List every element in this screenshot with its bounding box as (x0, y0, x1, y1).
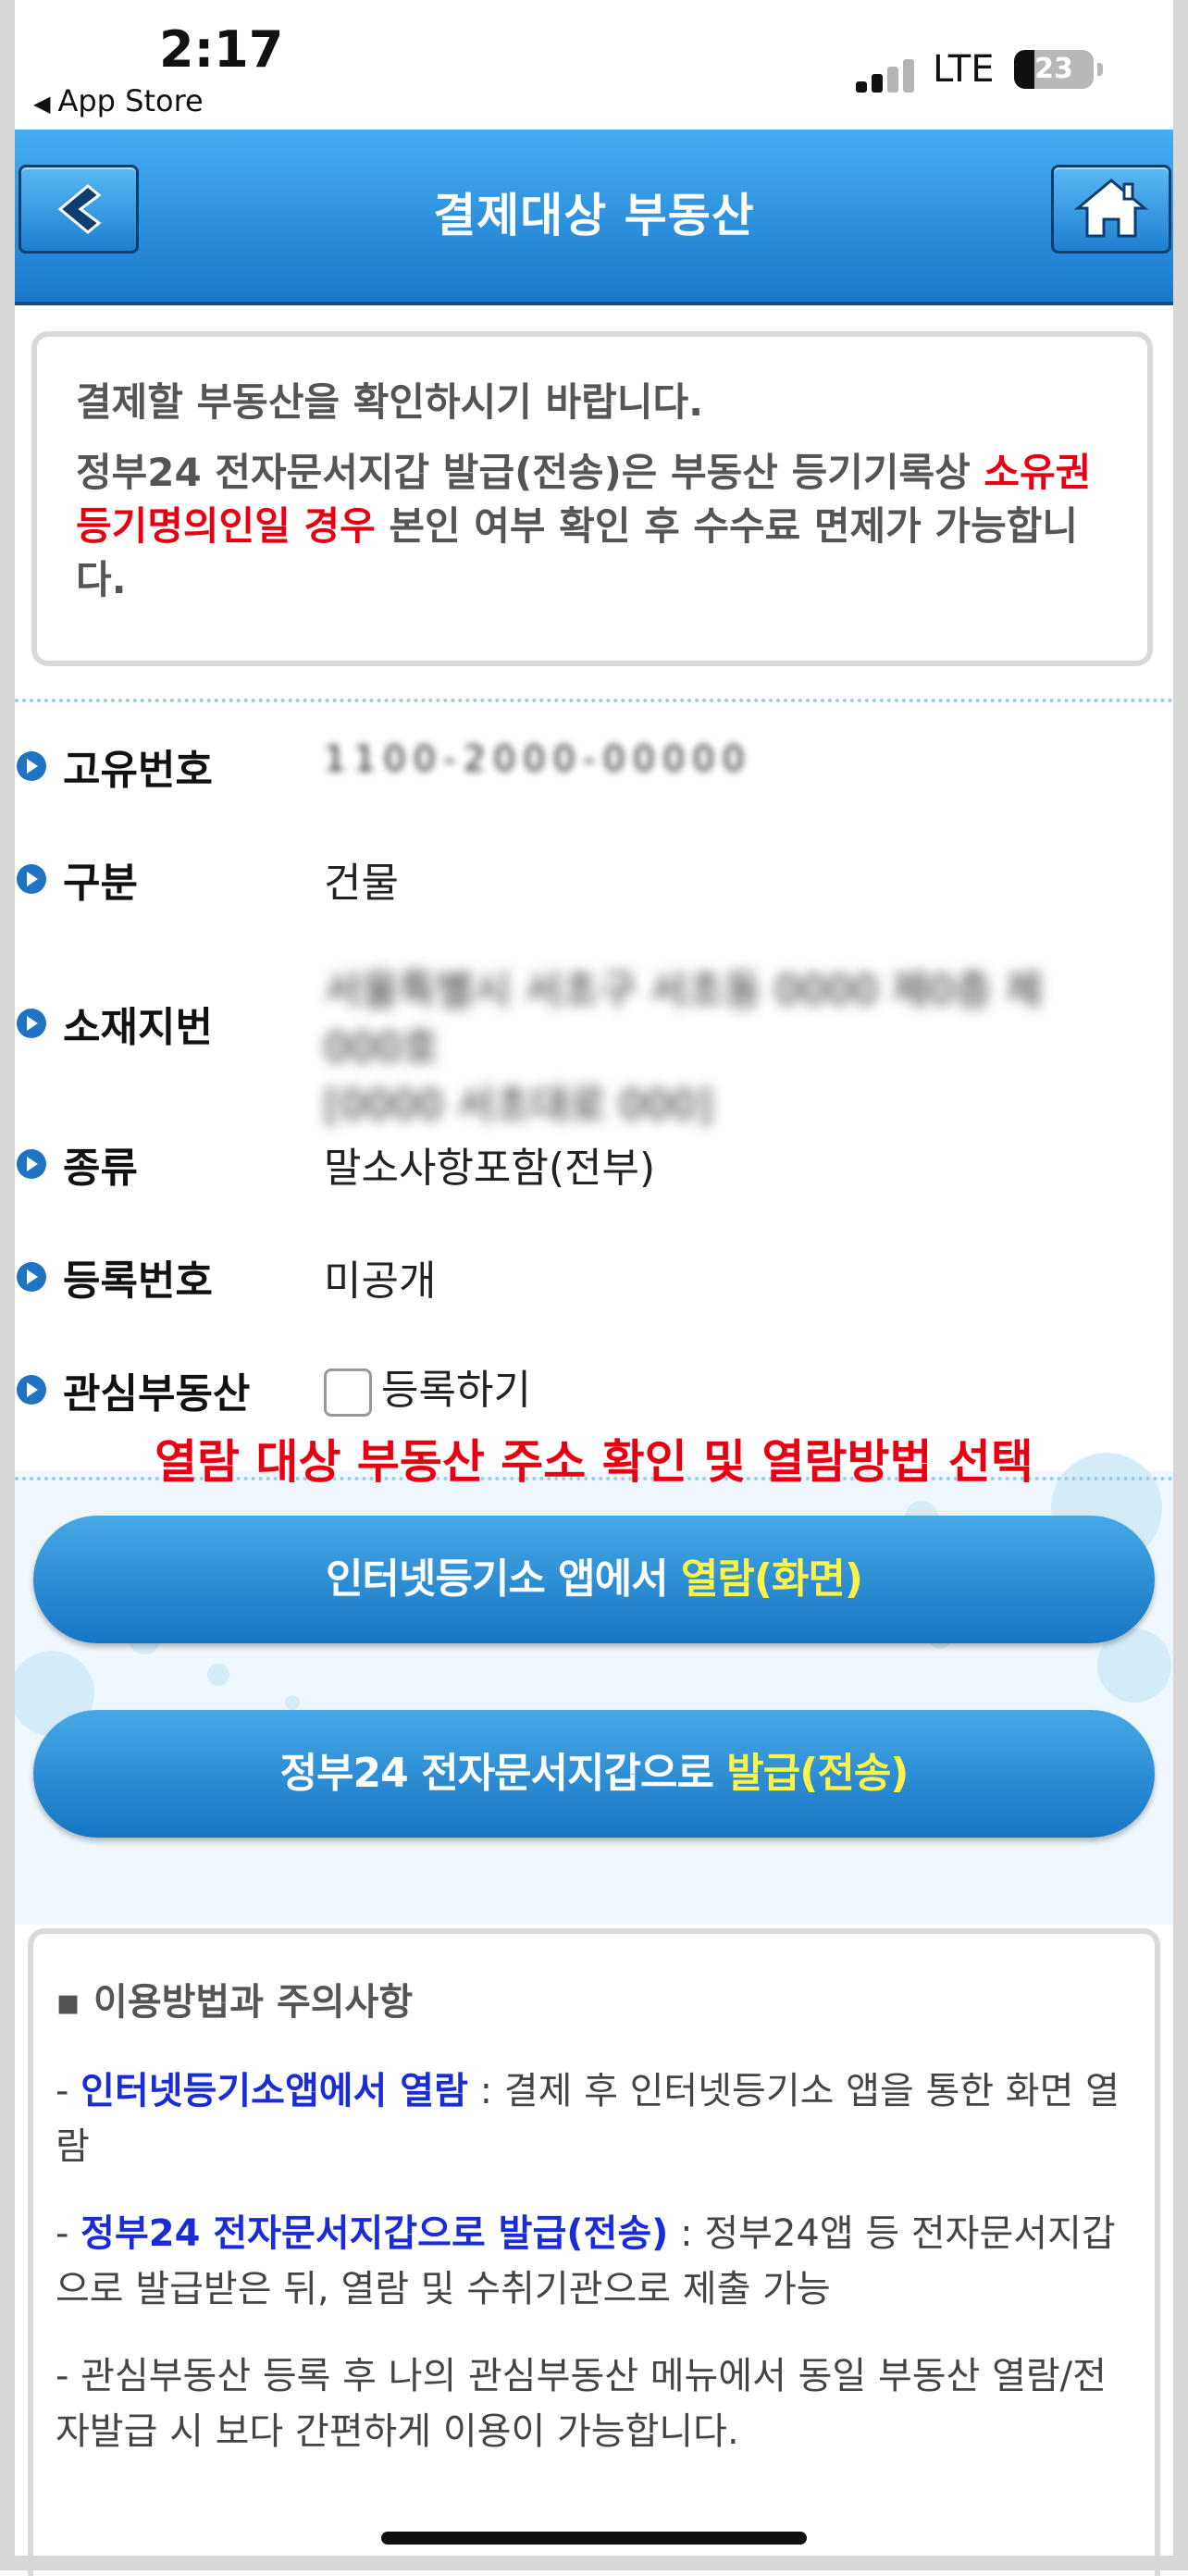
app-header: 결제대상 부동산 (0, 130, 1188, 305)
back-to-app-link[interactable]: ◀ App Store (33, 83, 204, 118)
favorite-checkbox[interactable] (324, 1368, 372, 1417)
button-label: 인터넷등기소 앱에서 (325, 1555, 681, 1603)
view-in-app-button[interactable]: 인터넷등기소 앱에서 열람(화면) (33, 1516, 1155, 1643)
info-row-favorite: 관심부동산 등록하기 (15, 1360, 1173, 1418)
back-triangle-icon: ◀ (33, 91, 51, 117)
button-label-highlight: 발급(전송) (726, 1750, 909, 1797)
usage-guide-box: ▪ 이용방법과 주의사항 - 인터넷등기소앱에서 열람 : 결제 후 인터넷등기… (28, 1928, 1160, 2576)
section-divider (15, 699, 1173, 702)
home-icon (1074, 179, 1148, 238)
favorite-checkbox-label[interactable]: 등록하기 (381, 1367, 531, 1414)
usage-item-title: 인터넷등기소앱에서 열람 (80, 2070, 468, 2112)
battery-icon: 23 (1014, 50, 1103, 89)
field-value: 미공개 (324, 1257, 437, 1305)
home-indicator[interactable] (381, 2532, 807, 2545)
notice-text: 정부24 전자문서지갑 발급(전송)은 부동산 등기기록상 (76, 450, 984, 495)
arrow-bullet-icon (17, 1009, 46, 1038)
battery-level: 23 (1034, 53, 1073, 85)
field-label: 종류 (63, 1145, 138, 1192)
field-label: 등록번호 (63, 1257, 213, 1305)
field-label: 관심부동산 (63, 1370, 251, 1418)
field-label: 구분 (63, 860, 138, 907)
issue-to-wallet-button[interactable]: 정부24 전자문서지갑으로 발급(전송) (33, 1710, 1155, 1838)
info-row-type: 구분 건물 (15, 849, 1173, 907)
page-title: 결제대상 부동산 (433, 189, 755, 242)
usage-dash: - (56, 2212, 81, 2255)
arrow-bullet-icon (17, 751, 46, 781)
info-row-reg-no: 등록번호 미공개 (15, 1247, 1173, 1305)
usage-item: - 정부24 전자문서지갑으로 발급(전송) : 정부24앱 등 전자문서지갑으… (56, 2206, 1132, 2317)
usage-item: - 관심부동산 등록 후 나의 관심부동산 메뉴에서 동일 부동산 열람/전자발… (56, 2355, 1107, 2453)
arrow-bullet-icon (17, 1375, 46, 1405)
guide-annotation: 열람 대상 부동산 주소 확인 및 열람방법 선택 (155, 1435, 1033, 1489)
button-label-highlight: 열람(화면) (680, 1555, 863, 1603)
field-label: 소재지번 (63, 1004, 213, 1051)
back-app-label: App Store (57, 83, 204, 118)
notice-line1: 결제할 부동산을 확인하시기 바랍니다. (76, 379, 704, 425)
status-bar: 2:17 ◀ App Store LTE 23 (0, 0, 1188, 130)
info-row-address: 소재지번 서울특별시 서초구 서초동 0000 제0층 제000호 [0000 … (15, 962, 1173, 1129)
back-button[interactable] (19, 165, 139, 254)
arrow-bullet-icon (17, 1262, 46, 1292)
field-value-blurred: 서울특별시 서초구 서초동 0000 제0층 제000호 [0000 서초대로 … (324, 962, 1101, 1134)
notice-line2: 정부24 전자문서지갑 발급(전송)은 부동산 등기기록상 소유권 등기명의인일… (76, 446, 1110, 607)
favorite-register-control[interactable]: 등록하기 (324, 1356, 531, 1417)
home-button[interactable] (1051, 165, 1171, 254)
address-line2: [0000 서초대로 000] (324, 1082, 713, 1129)
notice-box: 결제할 부동산을 확인하시기 바랍니다. 정부24 전자문서지갑 발급(전송)은… (31, 331, 1153, 666)
chevron-left-icon (57, 184, 102, 234)
arrow-bullet-icon (17, 864, 46, 894)
field-value-blurred: 1 1 0 0 - 2 0 0 0 - 0 0 0 0 0 (324, 738, 745, 779)
usage-section-title: ▪ 이용방법과 주의사항 (56, 1981, 414, 2024)
field-label: 고유번호 (63, 747, 213, 794)
field-value: 말소사항포함(전부) (324, 1145, 656, 1192)
cellular-signal-icon (856, 56, 921, 93)
info-row-kind: 종류 말소사항포함(전부) (15, 1134, 1173, 1192)
usage-item-title: 정부24 전자문서지갑으로 발급(전송) (80, 2212, 669, 2255)
usage-dash: - (56, 2070, 81, 2112)
network-type: LTE (933, 48, 995, 91)
field-value: 건물 (324, 860, 399, 907)
arrow-bullet-icon (17, 1149, 46, 1179)
button-label: 정부24 전자문서지갑으로 (279, 1750, 727, 1797)
info-row-unique-no: 고유번호 1 1 0 0 - 2 0 0 0 - 0 0 0 0 0 (15, 737, 1173, 794)
status-time: 2:17 (159, 20, 284, 79)
address-line1: 서울특별시 서초구 서초동 0000 제0층 제000호 (324, 967, 1043, 1071)
usage-item: - 인터넷등기소앱에서 열람 : 결제 후 인터넷등기소 앱을 통한 화면 열람 (56, 2063, 1132, 2174)
